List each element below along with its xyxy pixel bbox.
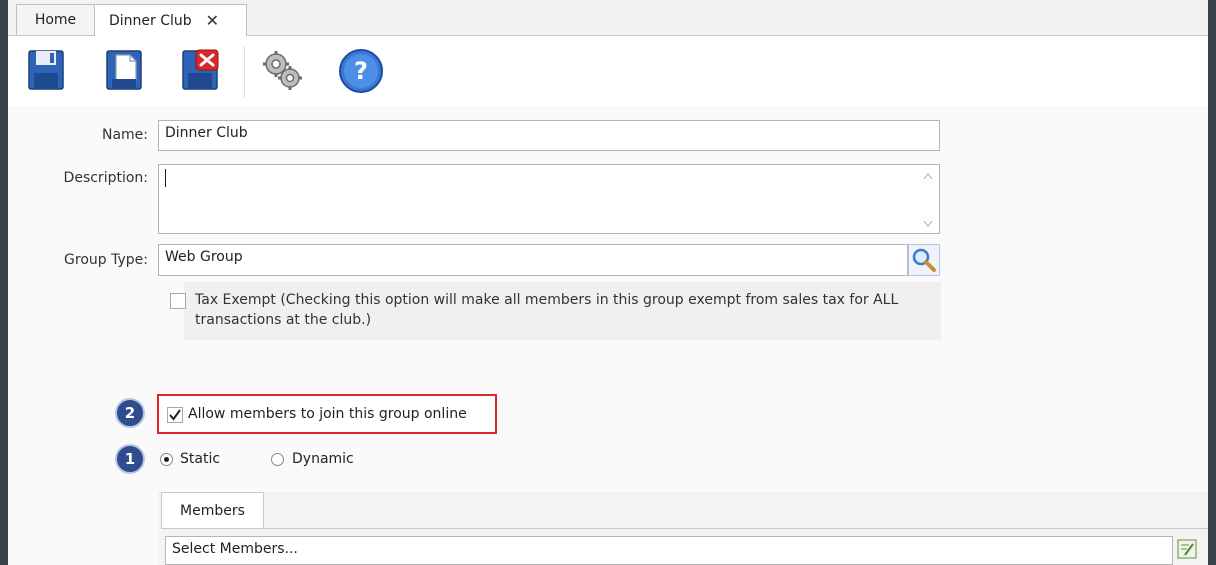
- step-badge-2: 2: [115, 398, 145, 428]
- save-button[interactable]: [22, 46, 72, 96]
- select-members-input[interactable]: Select Members...: [165, 536, 1173, 565]
- group-type-search-button[interactable]: [908, 244, 940, 276]
- select-members-text: Select Members...: [172, 541, 298, 557]
- group-type-value: Web Group: [165, 249, 243, 265]
- tax-exempt-option: Tax Exempt (Checking this option will ma…: [170, 282, 941, 340]
- help-icon: ?: [339, 49, 383, 93]
- tab-home-label: Home: [34, 12, 77, 28]
- members-tab-divider: [161, 528, 1208, 529]
- step-badge-1: 1: [115, 444, 145, 474]
- group-type-label: Group Type:: [64, 252, 148, 268]
- save-new-button[interactable]: [100, 46, 150, 96]
- scrollbar[interactable]: [922, 171, 934, 229]
- save-close-button[interactable]: [176, 46, 226, 96]
- save-icon: [28, 50, 64, 90]
- name-input[interactable]: Dinner Club: [158, 120, 940, 151]
- search-icon: [912, 248, 936, 272]
- toolbar: ?: [8, 36, 1208, 106]
- scroll-down-icon: [923, 220, 933, 227]
- name-label: Name:: [101, 127, 148, 143]
- group-form: Name: Dinner Club Description: Group Typ…: [8, 106, 1208, 565]
- members-picker-button[interactable]: [1176, 538, 1198, 560]
- checkmark-icon: [169, 409, 181, 421]
- edit-list-icon: [1177, 539, 1197, 559]
- settings-button[interactable]: [258, 46, 308, 96]
- toolbar-divider: [244, 46, 245, 98]
- radio-dynamic[interactable]: [271, 453, 284, 466]
- allow-online-highlight: Allow members to join this group online: [157, 394, 497, 434]
- tab-bar: Home Dinner Club ✕: [8, 0, 1208, 36]
- save-close-icon: [182, 49, 219, 90]
- description-input[interactable]: [158, 164, 940, 234]
- name-value: Dinner Club: [165, 125, 248, 141]
- radio-static-label: Static: [180, 451, 221, 467]
- help-button[interactable]: ?: [336, 46, 386, 96]
- tab-home[interactable]: Home: [16, 4, 95, 35]
- radio-dynamic-label: Dynamic: [292, 451, 354, 467]
- tab-dinner-club-label: Dinner Club: [109, 12, 192, 29]
- tax-exempt-checkbox[interactable]: [170, 293, 186, 309]
- help-glyph: ?: [354, 57, 368, 85]
- save-new-icon: [106, 50, 142, 90]
- allow-online-label: Allow members to join this group online: [188, 406, 467, 422]
- app-window: Home Dinner Club ✕ ? Name: Dinner Club D…: [8, 0, 1208, 565]
- text-cursor: [165, 169, 166, 187]
- tab-members[interactable]: Members: [161, 492, 264, 529]
- tab-dinner-club[interactable]: Dinner Club ✕: [94, 4, 247, 36]
- tax-exempt-label: Tax Exempt (Checking this option will ma…: [195, 292, 899, 328]
- tab-members-label: Members: [180, 503, 245, 519]
- group-type-input[interactable]: Web Group: [158, 244, 908, 276]
- description-label: Description:: [63, 170, 148, 186]
- scroll-up-icon: [923, 173, 933, 180]
- gear-icon: [263, 51, 302, 90]
- close-icon[interactable]: ✕: [206, 11, 219, 30]
- allow-online-checkbox[interactable]: [167, 407, 183, 423]
- radio-static[interactable]: [160, 453, 173, 466]
